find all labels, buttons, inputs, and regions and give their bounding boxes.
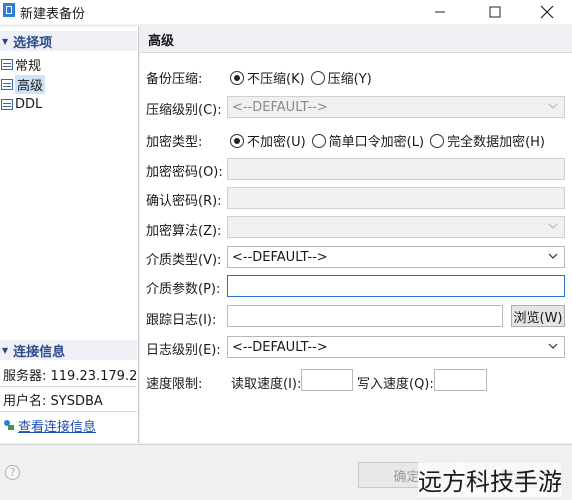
right-panel: 高级 备份压缩: 不压缩(K) 压缩(Y) 压缩级别(C): <--DEFAUL… — [140, 27, 572, 443]
trace-log-field[interactable] — [227, 305, 503, 327]
radio-on-icon — [230, 133, 244, 148]
browse-button[interactable]: 浏览(W) — [511, 305, 565, 327]
media-type-label: 介质类型(V): — [146, 253, 222, 268]
select-section-label: 选择项 — [13, 35, 53, 51]
left-panel: ▼ 选择项 常规 高级 DDL ▼ 连接信息 服务器: 119.23.179.2… — [0, 27, 139, 443]
page-title: 高级 — [140, 27, 572, 53]
server-info: 服务器: 119.23.179.2 — [0, 363, 137, 387]
chevron-down-icon — [548, 343, 558, 349]
minimize-icon — [435, 11, 445, 13]
media-type-select[interactable]: <--DEFAULT--> — [227, 246, 565, 268]
chevron-down-icon — [548, 103, 558, 109]
collapse-triangle-icon: ▼ — [2, 36, 9, 46]
compress-level-label: 压缩级别(C): — [146, 103, 222, 118]
radio-off-icon — [310, 70, 325, 85]
write-speed-label: 写入速度(Q): — [357, 377, 434, 392]
media-param-label: 介质参数(P): — [146, 282, 221, 297]
full-encrypt-radio[interactable]: 完全数据加密(H) — [430, 131, 545, 150]
nav-item-advanced[interactable]: 高级 — [1, 74, 46, 94]
nav-item-label: 高级 — [15, 74, 46, 94]
radio-label: 简单口令加密(L) — [328, 135, 425, 150]
log-level-label: 日志级别(E): — [146, 343, 221, 358]
select-value: <--DEFAULT--> — [232, 249, 328, 265]
connection-icon — [4, 420, 14, 430]
help-icon[interactable]: ? — [5, 465, 20, 480]
compress-level-select[interactable]: <--DEFAULT--> — [227, 96, 565, 118]
close-button[interactable] — [524, 0, 570, 24]
user-info: 用户名: SYSDBA — [0, 388, 137, 412]
close-icon — [540, 5, 554, 19]
encrypt-algo-select[interactable] — [227, 216, 565, 238]
encrypt-type-radios: 不加密(U) 简单口令加密(L) 完全数据加密(H) — [230, 131, 551, 150]
encrypt-pwd-field[interactable] — [227, 158, 565, 180]
app-icon — [3, 3, 15, 17]
encrypt-pwd-label: 加密密码(O): — [146, 165, 223, 180]
encrypt-type-label: 加密类型: — [146, 135, 203, 150]
connection-section-header[interactable]: ▼ 连接信息 — [0, 340, 137, 360]
chevron-down-icon — [548, 253, 558, 259]
watermark: 远方科技手游 — [418, 462, 562, 497]
confirm-pwd-label: 确认密码(R): — [146, 194, 222, 209]
collapse-triangle-icon: ▼ — [2, 345, 9, 355]
no-encrypt-radio[interactable]: 不加密(U) — [230, 131, 306, 150]
read-speed-label: 读取速度(I): — [231, 377, 302, 392]
title-bar: 新建表备份 — [0, 0, 572, 24]
radio-label: 不加密(U) — [247, 135, 306, 150]
no-compress-radio[interactable]: 不压缩(K) — [230, 68, 305, 87]
select-section-header[interactable]: ▼ 选择项 — [0, 31, 137, 51]
trace-log-label: 跟踪日志(I): — [146, 313, 217, 328]
radio-label: 完全数据加密(H) — [447, 135, 545, 150]
write-speed-input[interactable] — [434, 369, 487, 391]
select-value: <--DEFAULT--> — [232, 99, 328, 115]
simple-encrypt-radio[interactable]: 简单口令加密(L) — [311, 131, 425, 150]
page-icon — [1, 58, 13, 70]
nav-item-general[interactable]: 常规 — [1, 55, 42, 74]
radio-off-icon — [311, 133, 326, 148]
radio-label: 不压缩(K) — [247, 72, 305, 87]
backup-compress-label: 备份压缩: — [146, 72, 203, 87]
page-icon — [1, 78, 13, 90]
maximize-button[interactable] — [472, 0, 518, 24]
chevron-down-icon — [548, 223, 558, 229]
speed-limit-label: 速度限制: — [146, 377, 203, 392]
radio-off-icon — [430, 133, 445, 148]
nav-item-label: DDL — [15, 96, 43, 112]
nav-item-label: 常规 — [15, 58, 42, 74]
backup-compress-radios: 不压缩(K) 压缩(Y) — [230, 68, 378, 87]
log-level-select[interactable]: <--DEFAULT--> — [227, 336, 565, 358]
minimize-button[interactable] — [417, 0, 463, 24]
select-value: <--DEFAULT--> — [232, 339, 328, 355]
connection-section-label: 连接信息 — [13, 344, 66, 360]
radio-on-icon — [230, 70, 244, 85]
encrypt-algo-label: 加密算法(Z): — [146, 224, 222, 239]
radio-label: 压缩(Y) — [327, 72, 372, 87]
media-param-field[interactable] — [227, 275, 565, 297]
compress-radio[interactable]: 压缩(Y) — [310, 68, 372, 87]
view-connection-row: 查看连接信息 — [0, 413, 137, 437]
maximize-icon — [489, 6, 501, 18]
page-icon — [1, 98, 13, 110]
read-speed-input[interactable] — [301, 369, 353, 391]
nav-item-ddl[interactable]: DDL — [1, 95, 42, 113]
view-connection-link[interactable]: 查看连接信息 — [18, 416, 96, 435]
window-title: 新建表备份 — [20, 7, 86, 22]
confirm-pwd-field[interactable] — [227, 187, 565, 209]
